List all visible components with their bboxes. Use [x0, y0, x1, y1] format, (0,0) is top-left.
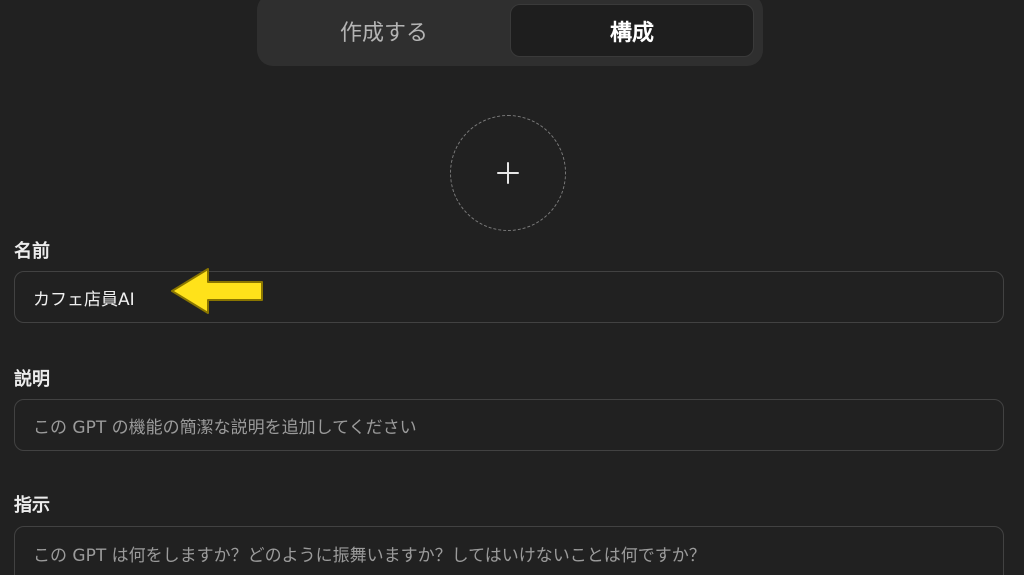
tab-create[interactable]: 作成する	[261, 4, 507, 57]
instructions-label: 指示	[14, 495, 50, 516]
plus-icon	[497, 162, 519, 184]
description-input[interactable]: この GPT の機能の簡潔な説明を追加してください	[14, 399, 1004, 451]
arrow-left-icon	[171, 268, 263, 314]
instructions-input[interactable]: この GPT は何をしますか？どのように振舞いますか？してはいけないことは何です…	[14, 526, 1004, 575]
instructions-placeholder: この GPT は何をしますか？どのように振舞いますか？してはいけないことは何です…	[33, 546, 706, 566]
name-label: 名前	[14, 241, 50, 262]
tab-configure[interactable]: 構成	[510, 4, 754, 57]
name-input[interactable]: カフェ店員AI	[14, 271, 1004, 323]
gpt-editor-page: 作成する 構成 名前 カフェ店員AI 説明 この GPT の機能の簡潔な説明を追…	[0, 0, 1024, 575]
add-avatar-button[interactable]	[450, 115, 566, 231]
description-placeholder: この GPT の機能の簡潔な説明を追加してください	[33, 417, 417, 438]
name-value: カフェ店員AI	[33, 289, 135, 310]
mode-tabs: 作成する 構成	[257, 0, 763, 66]
description-label: 説明	[14, 369, 50, 390]
